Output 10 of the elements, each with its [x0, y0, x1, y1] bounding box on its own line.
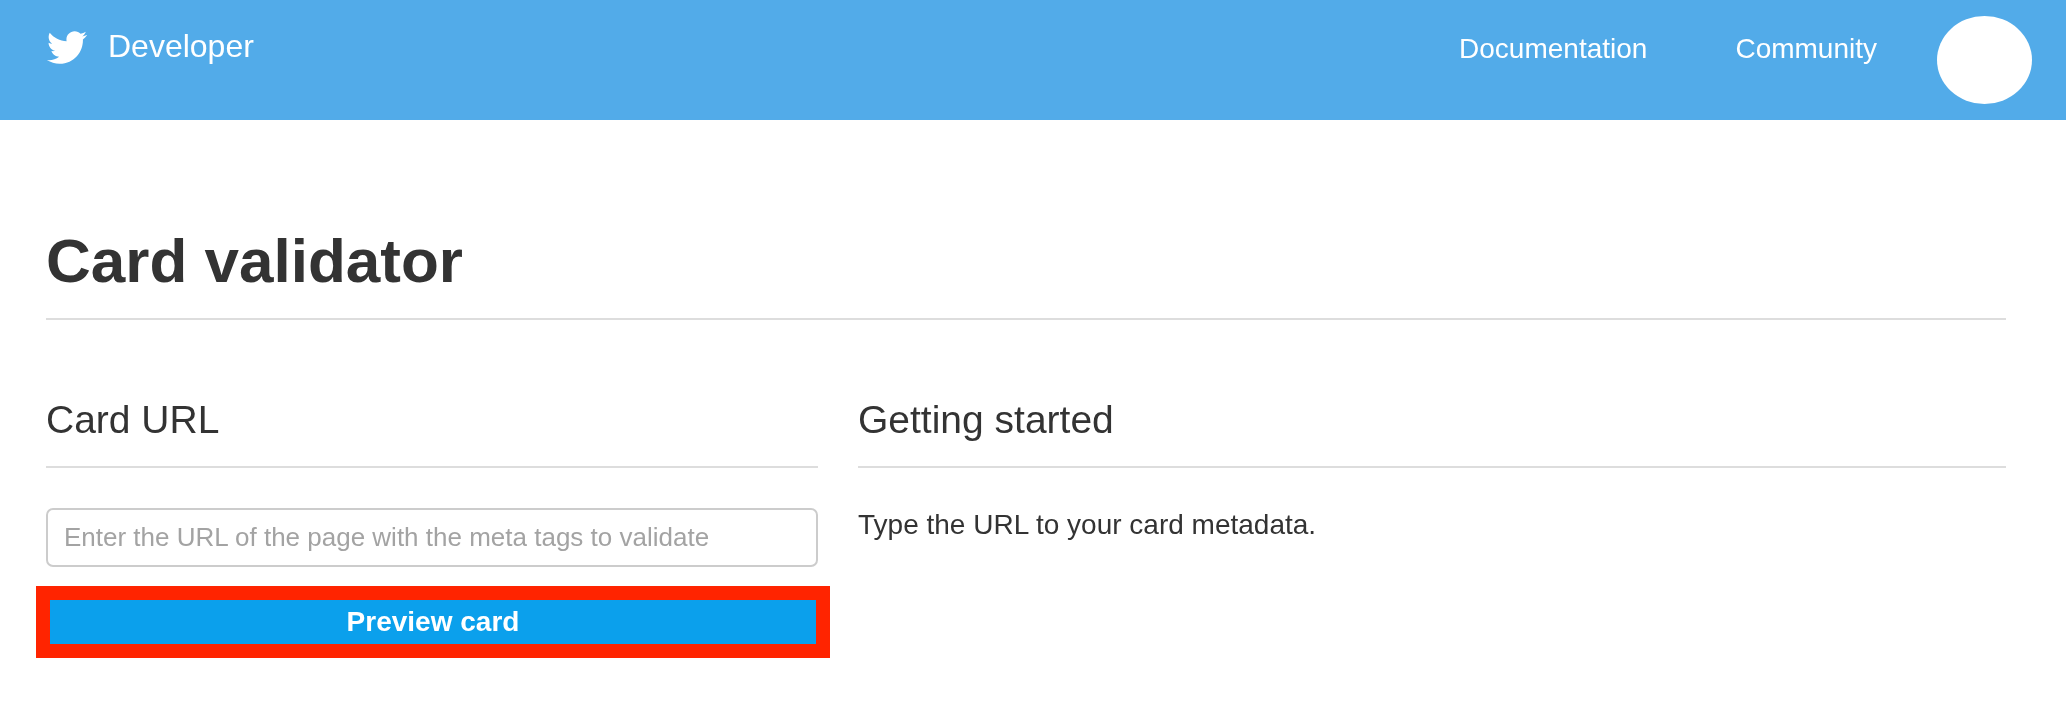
bird-icon[interactable]: [47, 30, 87, 64]
section-heading: Card URL: [46, 396, 818, 468]
section-heading: Getting started: [858, 396, 2006, 468]
site-name-link[interactable]: Developer: [108, 27, 254, 65]
url-input-field[interactable]: Enter the URL of the page with the meta tags to validate: [46, 508, 818, 567]
instruction-text: Type the URL to your card metadata.: [858, 508, 1318, 542]
nav-link[interactable]: Documentation: [1459, 32, 1648, 66]
nav-link[interactable]: Community: [1735, 32, 1877, 66]
page-title: Card validator: [46, 224, 2006, 320]
preview-card-button[interactable]: Preview card: [50, 600, 816, 644]
